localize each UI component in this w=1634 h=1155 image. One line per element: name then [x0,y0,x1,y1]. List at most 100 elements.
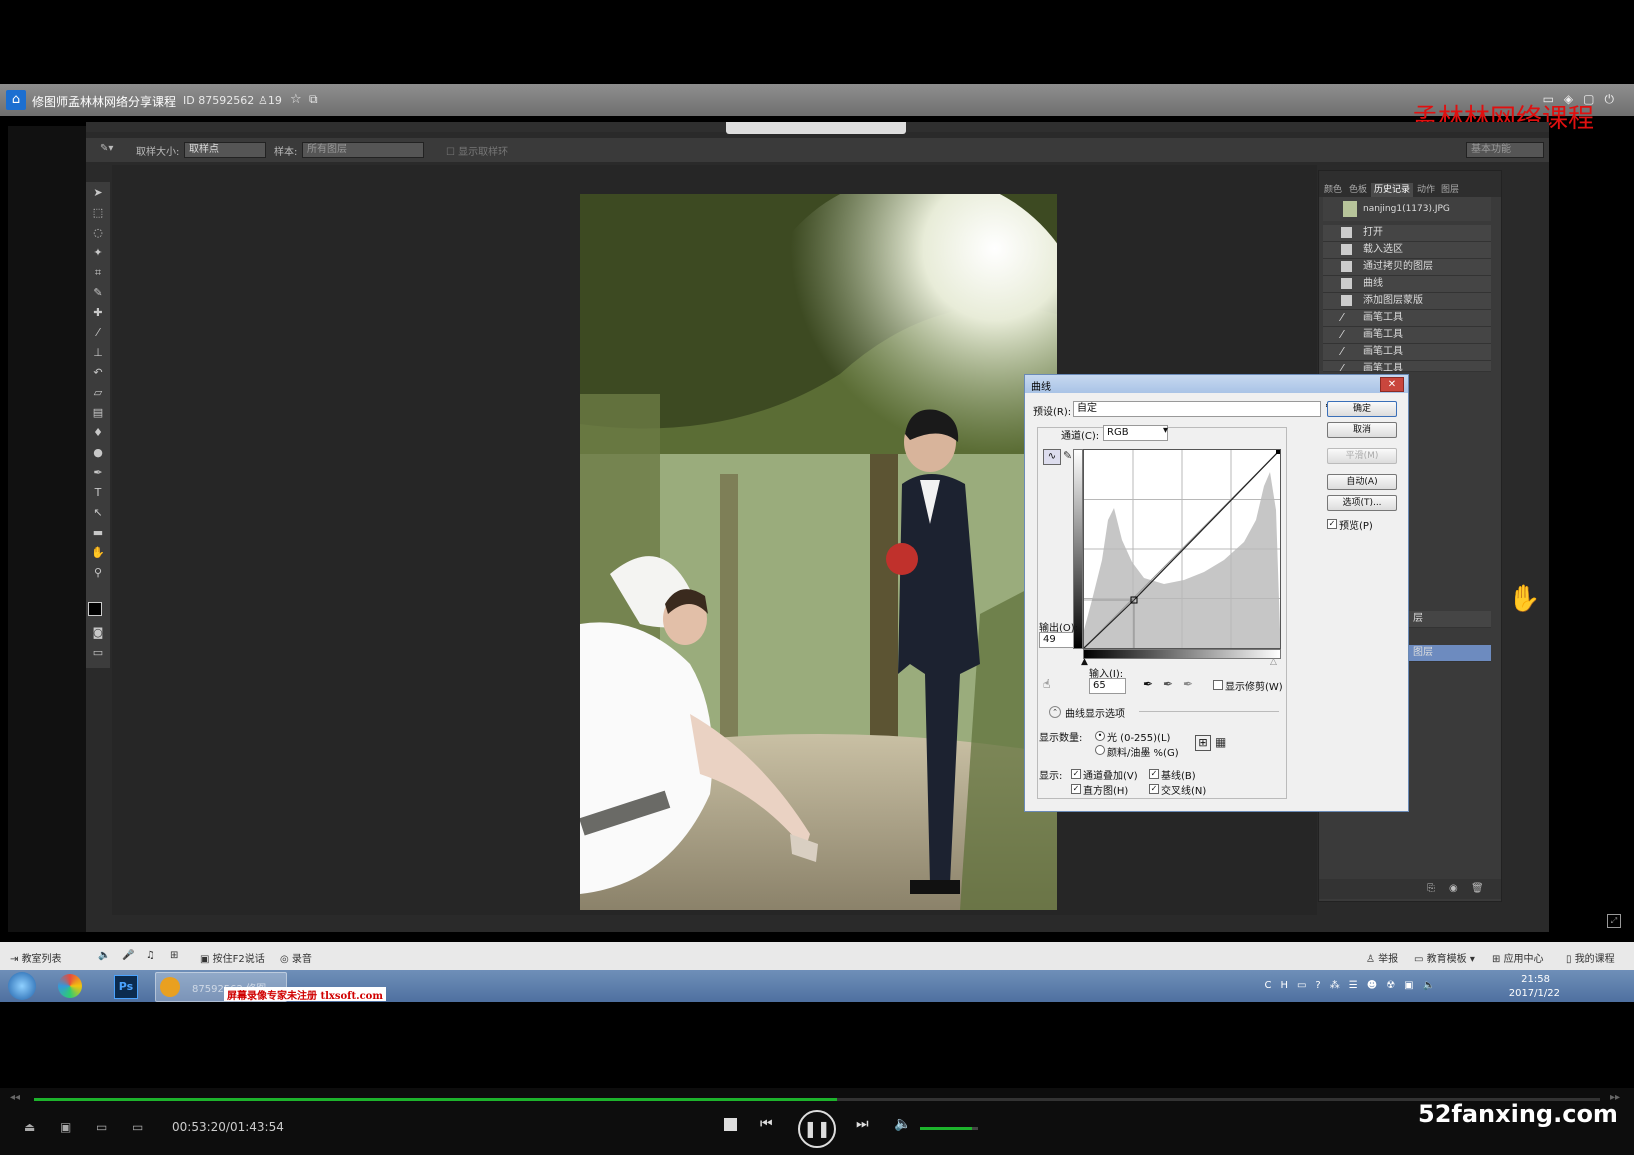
eraser-tool-icon[interactable]: ▱ [91,386,105,400]
rewind-icon[interactable]: ◂◂ [10,1092,20,1103]
class-list-button[interactable]: ⇥ 教室列表 [10,950,62,965]
histogram-checkbox[interactable]: ✓ [1071,784,1081,794]
eyedropper-icon[interactable]: ✎▾ [100,143,113,154]
cancel-button[interactable]: 取消 [1327,422,1397,438]
show-ring-checkbox[interactable]: ☐ 显示取样环 [446,143,508,158]
dodge-tool-icon[interactable]: ● [91,446,105,460]
marquee-tool-icon[interactable]: ⬚ [91,206,105,220]
history-brush-icon[interactable]: ↶ [91,366,105,380]
trash-icon[interactable]: 🗑 [1471,883,1484,894]
music-icon[interactable]: ♫ [146,950,155,961]
stop-button[interactable] [724,1118,737,1131]
options-button[interactable]: 选项(T)... [1327,495,1397,511]
preview-checkbox[interactable]: ✓ [1327,519,1337,529]
mixer-icon[interactable]: ⊞ [170,950,178,961]
light-radio[interactable]: • [1095,731,1105,741]
tab-swatches[interactable]: 色板 [1349,183,1367,197]
pigment-radio[interactable] [1095,745,1105,755]
sample-select[interactable]: 所有图层 [302,142,424,158]
type-tool-icon[interactable]: T [91,486,105,500]
pen-tool-icon[interactable]: ✒ [91,466,105,480]
browser-icon[interactable] [58,974,82,998]
input-field[interactable]: 65 [1089,678,1126,694]
share-icon[interactable]: ⧉ [309,92,318,107]
start-button-icon[interactable] [8,972,36,1000]
collapse-icon[interactable]: ⌃ [1049,706,1061,718]
camera-icon[interactable]: ◉ [1449,883,1458,894]
photoshop-icon[interactable]: Ps [114,975,138,999]
eyedropper-tool-icon[interactable]: ✎ [91,286,105,300]
stamp-tool-icon[interactable]: ⊥ [91,346,105,360]
history-item[interactable]: ⁄ 画笔工具 [1323,327,1491,344]
history-item[interactable]: 打开 [1323,225,1491,242]
preset-select[interactable]: 自定 [1073,401,1321,417]
grid-4-icon[interactable]: ⊞ [1195,735,1211,751]
white-eyedropper-icon[interactable]: ✒ [1183,677,1193,691]
pencil-icon[interactable]: ✎ [1063,449,1072,462]
edu-template-button[interactable]: ▭ 教育模板 ▾ [1414,950,1475,965]
history-item[interactable]: ⁄ 画笔工具 [1323,310,1491,327]
hold-f2-button[interactable]: ▣ 按住F2说话 [200,950,265,965]
quick-mask-icon[interactable]: ◙ [91,626,105,640]
previous-icon[interactable]: ⏮ [760,1116,773,1132]
brush-tool-icon[interactable]: ⁄ [91,326,105,340]
gray-eyedropper-icon[interactable]: ✒ [1163,677,1173,691]
smooth-button[interactable]: 平滑(M) [1327,448,1397,464]
my-courses-button[interactable]: ▯ 我的课程 [1566,950,1615,965]
history-item[interactable]: 曲线 [1323,276,1491,293]
foreground-color-swatch[interactable] [88,602,102,616]
path-select-icon[interactable]: ↖ [91,506,105,520]
target-adjust-icon[interactable]: ☝ [1043,677,1050,691]
intersection-checkbox[interactable]: ✓ [1149,784,1159,794]
tab-color[interactable]: 颜色 [1324,183,1342,197]
baseline-checkbox[interactable]: ✓ [1149,769,1159,779]
channel-select[interactable]: RGB [1103,425,1168,441]
history-item[interactable]: ⁄ 画笔工具 [1323,344,1491,361]
magic-wand-icon[interactable]: ✦ [91,246,105,260]
blur-tool-icon[interactable]: ♦ [91,426,105,440]
move-tool-icon[interactable]: ➤ [91,186,105,200]
curves-graph[interactable] [1083,449,1281,649]
tab-history[interactable]: 历史记录 [1371,183,1414,197]
new-document-icon[interactable]: ⎘ [1427,883,1435,894]
next-icon[interactable]: ⏭ [856,1116,869,1132]
fullscreen-icon[interactable]: ⤢ [1607,914,1621,928]
grid-10-icon[interactable]: ▦ [1215,735,1226,749]
pause-button[interactable]: ❚❚ [798,1110,836,1148]
eject-icon[interactable]: ⏏ [24,1120,35,1134]
playlist-icon[interactable]: ▣ [60,1120,71,1134]
close-icon[interactable]: ✕ [1380,377,1404,392]
white-point-slider-icon[interactable]: △ [1270,657,1277,667]
clock-date[interactable]: 2017/1/22 [1509,988,1560,999]
channel-overlays-checkbox[interactable]: ✓ [1071,769,1081,779]
home-icon[interactable]: ⌂ [6,90,26,110]
sample-size-select[interactable]: 取样点 [184,142,266,158]
hand-tool-icon[interactable]: ✋ [91,546,105,560]
system-tray-icons[interactable]: CH▭?⁂☰☻☢▣🔈 [1264,980,1444,991]
history-item[interactable]: 通过拷贝的图层 [1323,259,1491,276]
curves-title-bar[interactable]: 曲线 ✕ [1025,375,1408,393]
microphone-icon[interactable]: 🎤 [122,950,134,961]
speaker-icon[interactable]: 🔈 [98,950,110,961]
report-button[interactable]: ♙ 举报 [1366,950,1398,965]
output-field[interactable]: 49 [1039,632,1074,648]
zoom-tool-icon[interactable]: ⚲ [91,566,105,580]
history-item[interactable]: ⁄ 画笔工具 [1323,361,1491,372]
show-clipping-checkbox[interactable] [1213,680,1223,690]
auto-button[interactable]: 自动(A) [1327,474,1397,490]
clock-time[interactable]: 21:58 [1521,974,1550,985]
shape-tool-icon[interactable]: ▬ [91,526,105,540]
share-toolbar[interactable] [726,122,906,134]
tab-layers[interactable]: 图层 [1441,183,1459,197]
favorite-star-icon[interactable]: ☆ [290,92,302,107]
curve-edit-icon[interactable]: ∿ [1043,449,1061,465]
lasso-tool-icon[interactable]: ◌ [91,226,105,240]
volume-icon[interactable]: 🔈 [894,1116,911,1132]
workspace-select[interactable]: 基本功能 [1466,142,1544,158]
tab-actions[interactable]: 动作 [1417,183,1435,197]
history-item[interactable]: 载入选区 [1323,242,1491,259]
history-item[interactable]: 添加图层蒙版 [1323,293,1491,310]
screen-icon[interactable]: ▭ [96,1120,107,1134]
power-icon[interactable]: ⏻ [1605,92,1625,106]
screen-mode-icon[interactable]: ▭ [91,646,105,660]
